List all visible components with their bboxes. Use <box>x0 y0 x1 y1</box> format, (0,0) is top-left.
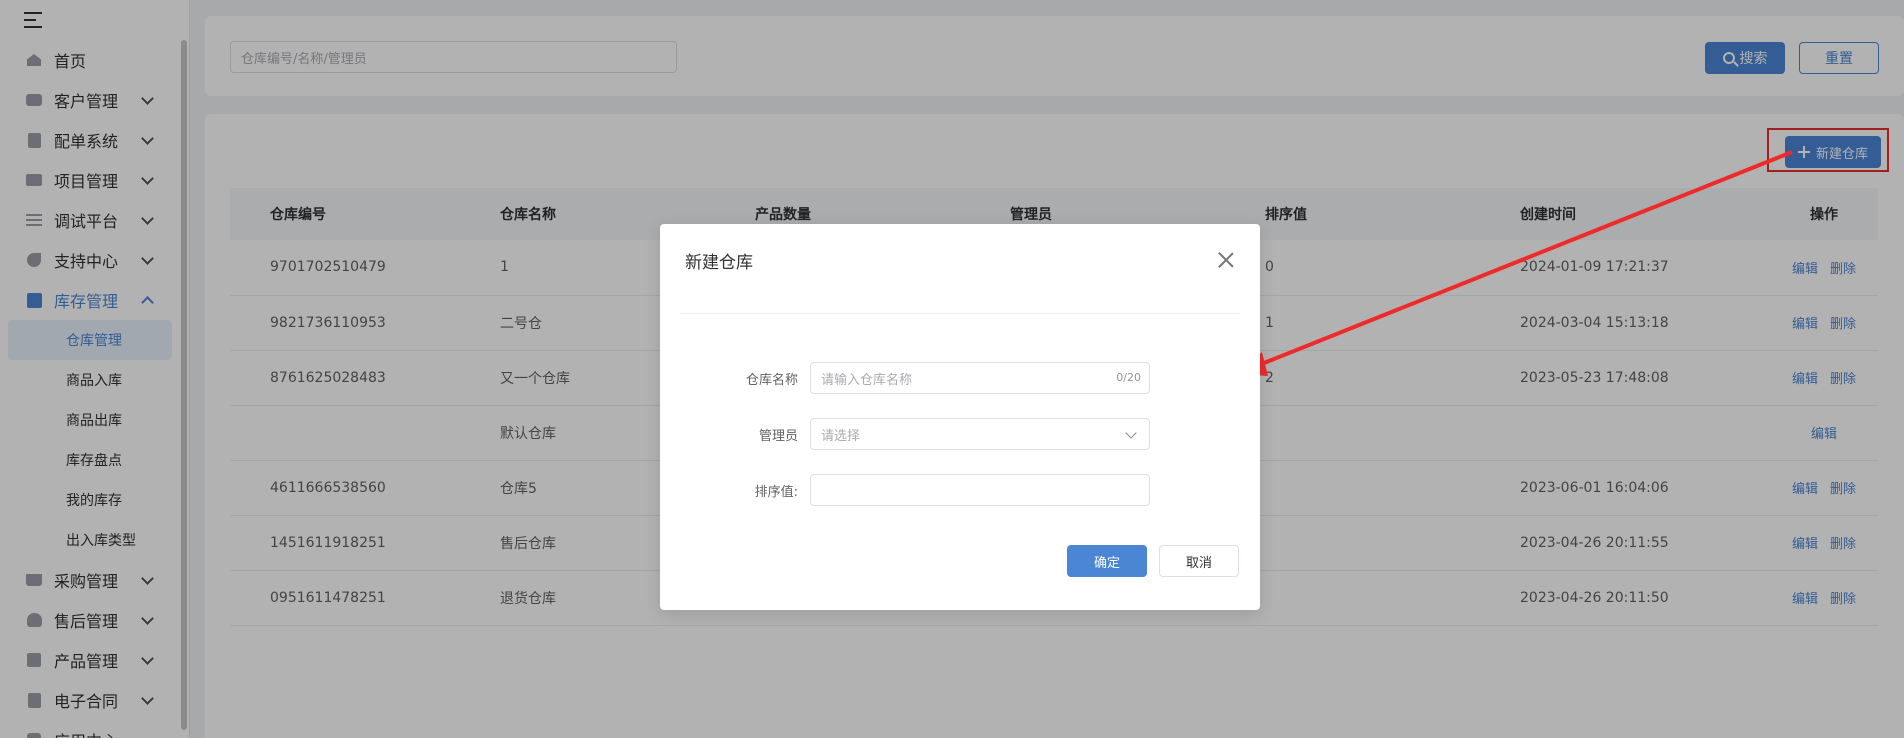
form-row-sort: 排序值: <box>660 474 1260 506</box>
warehouse-name-placeholder: 请输入仓库名称 <box>821 372 913 388</box>
chevron-down-icon <box>1125 427 1137 439</box>
cancel-button[interactable]: 取消 <box>1159 545 1239 577</box>
manager-placeholder: 请选择 <box>821 428 861 444</box>
confirm-button[interactable]: 确定 <box>1067 545 1147 577</box>
warehouse-name-input[interactable]: 请输入仓库名称 0/20 <box>810 362 1150 394</box>
form-row-manager: 管理员 请选择 <box>660 418 1260 450</box>
manager-select[interactable]: 请选择 <box>810 418 1150 450</box>
close-icon[interactable] <box>1218 252 1234 268</box>
dialog-divider <box>680 313 1240 314</box>
dialog-title: 新建仓库 <box>685 253 753 273</box>
form-row-name: 仓库名称 请输入仓库名称 0/20 <box>660 362 1260 394</box>
sort-input[interactable] <box>810 474 1150 506</box>
new-warehouse-dialog: 新建仓库 仓库名称 请输入仓库名称 0/20 管理员 请选择 排序值: 确定 取… <box>660 224 1260 610</box>
char-counter: 0/20 <box>1116 371 1141 384</box>
warehouse-name-label: 仓库名称 <box>745 372 798 388</box>
sort-label: 排序值: <box>754 484 798 500</box>
manager-label: 管理员 <box>758 428 798 444</box>
